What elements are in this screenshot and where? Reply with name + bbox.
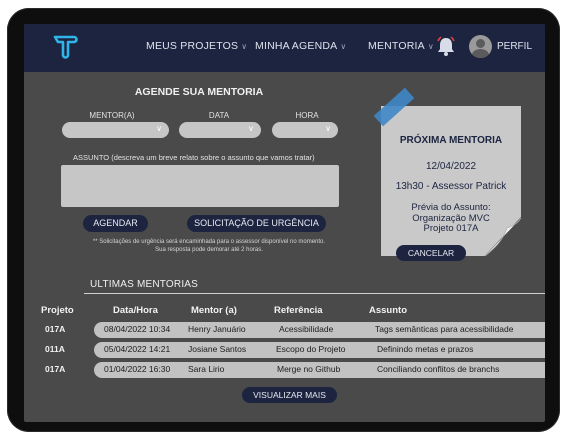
avatar[interactable] bbox=[469, 35, 492, 58]
chevron-down-icon: ∨ bbox=[427, 42, 434, 51]
mentor-select[interactable]: ∨ bbox=[62, 122, 169, 138]
subject-textarea[interactable] bbox=[61, 165, 339, 207]
cell-mentor: Sara Lirio bbox=[188, 364, 225, 374]
nav-label: MINHA AGENDA bbox=[255, 40, 338, 52]
cell-subject: Conciliando conflitos de branchs bbox=[377, 364, 500, 374]
cell-mentor: Henry Januário bbox=[188, 324, 246, 334]
date-select[interactable]: ∨ bbox=[179, 122, 261, 138]
cell-project: 017A bbox=[45, 364, 66, 374]
urgent-request-button[interactable]: SOLICITAÇÃO DE URGÊNCIA bbox=[187, 215, 326, 232]
view-more-button[interactable]: VISUALIZAR MAIS bbox=[242, 387, 337, 403]
cell-reference: Escopo do Projeto bbox=[276, 344, 346, 354]
urgency-note-line2: Sua resposta pode demorar até 2 horas. bbox=[155, 247, 263, 253]
urgency-note-line1: ** Solicitações de urgência será encamin… bbox=[92, 239, 326, 245]
nav-label: MENTORIA bbox=[368, 40, 425, 52]
avatar-body bbox=[472, 49, 489, 58]
header-project: Projeto bbox=[41, 305, 74, 316]
subject-label: ASSUNTO (descreva um breve relato sobre … bbox=[73, 153, 315, 162]
chevron-down-icon: ∨ bbox=[325, 124, 331, 133]
tablet-frame: MEUS PROJETOS ∨ MINHA AGENDA ∨ MENTORIA ∨ P… bbox=[7, 8, 560, 432]
cell-subject: Definindo metas e prazos bbox=[377, 344, 474, 354]
table-row[interactable]: 017A 01/04/2022 16:30 Sara Lirio Merge n… bbox=[24, 362, 545, 378]
cell-reference: Acessibilidade bbox=[279, 324, 334, 334]
nav-meus-projetos[interactable]: MEUS PROJETOS ∨ bbox=[146, 40, 247, 52]
recent-mentorings-title: ULTIMAS MENTORIAS bbox=[90, 279, 199, 290]
time-label: HORA bbox=[295, 111, 319, 120]
cell-datetime: 01/04/2022 16:30 bbox=[104, 364, 171, 374]
cell-datetime: 05/04/2022 14:21 bbox=[104, 344, 171, 354]
date-label: DATA bbox=[208, 111, 230, 120]
nav-minha-agenda[interactable]: MINHA AGENDA ∨ bbox=[255, 40, 346, 52]
cell-project: 011A bbox=[45, 344, 65, 354]
divider bbox=[84, 293, 545, 294]
next-mentoring-date: 12/04/2022 bbox=[425, 161, 477, 172]
profile-link[interactable]: PERFIL bbox=[497, 41, 532, 52]
app-screen: MEUS PROJETOS ∨ MINHA AGENDA ∨ MENTORIA ∨ P… bbox=[24, 24, 545, 422]
schedule-button[interactable]: AGENDAR bbox=[83, 215, 148, 232]
cell-reference: Merge no Github bbox=[277, 364, 341, 374]
next-mentoring-title: PRÓXIMA MENTORIA bbox=[399, 135, 503, 146]
time-select[interactable]: ∨ bbox=[272, 122, 338, 138]
nav-label: MEUS PROJETOS bbox=[146, 40, 239, 52]
header-datetime: Data/Hora bbox=[113, 305, 158, 316]
nav-mentoria[interactable]: MENTORIA ∨ bbox=[368, 40, 434, 52]
cell-project: 017A bbox=[45, 324, 66, 334]
app-logo-icon[interactable] bbox=[52, 33, 78, 59]
header-mentor: Mentor (a) bbox=[191, 305, 237, 316]
chevron-down-icon: ∨ bbox=[156, 124, 162, 133]
next-mentoring-card: PRÓXIMA MENTORIA 12/04/2022 13h30 - Asse… bbox=[373, 87, 522, 261]
cell-subject: Tags semânticas para acessibilidade bbox=[375, 324, 514, 334]
next-mentoring-time: 13h30 - Assessor Patrick bbox=[395, 181, 507, 192]
notification-bell-icon[interactable] bbox=[435, 35, 457, 57]
chevron-down-icon: ∨ bbox=[241, 42, 248, 51]
mentor-label: MENTOR(A) bbox=[89, 111, 135, 120]
cancel-button[interactable]: CANCELAR bbox=[396, 245, 466, 261]
chevron-down-icon: ∨ bbox=[248, 124, 254, 133]
chevron-down-icon: ∨ bbox=[340, 42, 347, 51]
cell-datetime: 08/04/2022 10:34 bbox=[104, 324, 171, 334]
top-navigation-bar: MEUS PROJETOS ∨ MINHA AGENDA ∨ MENTORIA ∨ P… bbox=[24, 24, 545, 72]
table-row[interactable]: 017A 08/04/2022 10:34 Henry Januário Ace… bbox=[24, 322, 545, 338]
cell-mentor: Josiane Santos bbox=[188, 344, 247, 354]
table-row[interactable]: 011A 05/04/2022 14:21 Josiane Santos Esc… bbox=[24, 342, 545, 358]
next-mentoring-preview: Prévia do Assunto: Organização MVC Proje… bbox=[411, 202, 491, 234]
avatar-head bbox=[476, 39, 485, 48]
header-subject: Assunto bbox=[369, 305, 407, 316]
header-reference: Referência bbox=[274, 305, 323, 316]
schedule-title: AGENDE SUA MENTORIA bbox=[134, 86, 264, 98]
